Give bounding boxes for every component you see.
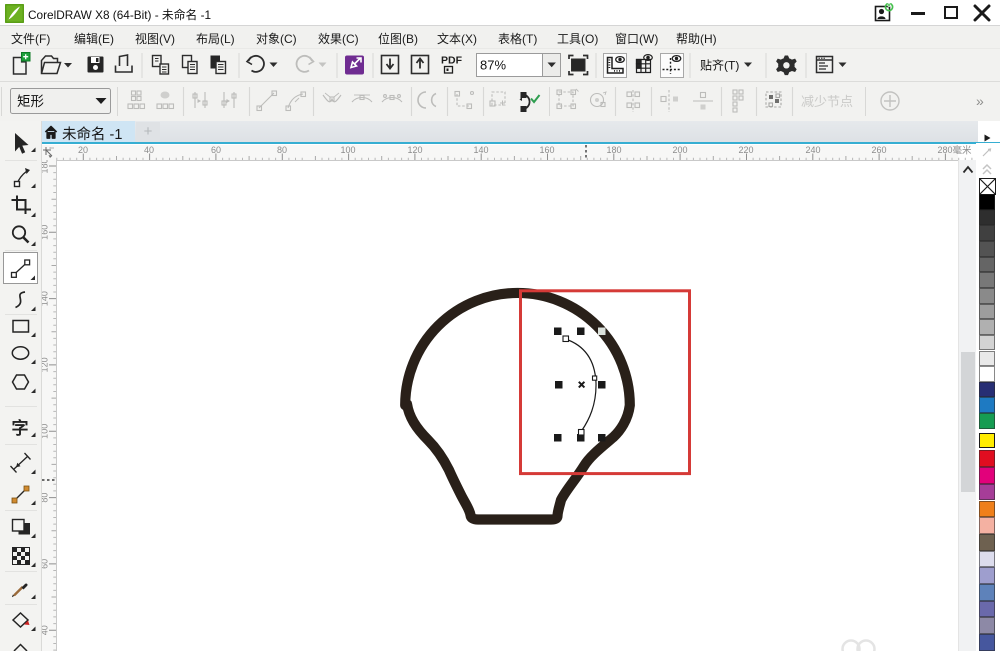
svg-text:120: 120 — [42, 357, 50, 372]
svg-text:260: 260 — [871, 145, 886, 155]
svg-text:PDF: PDF — [441, 55, 463, 67]
svg-text:矩形: 矩形 — [17, 94, 44, 109]
svg-text:字: 字 — [12, 418, 29, 438]
svg-text:87%: 87% — [480, 58, 506, 73]
svg-text:60: 60 — [211, 145, 221, 155]
svg-text:220: 220 — [738, 145, 753, 155]
svg-text:200: 200 — [672, 145, 687, 155]
svg-text:100: 100 — [340, 145, 355, 155]
svg-text:毫米: 毫米 — [952, 145, 972, 157]
svg-text:280: 280 — [937, 145, 952, 155]
svg-text:160: 160 — [539, 145, 554, 155]
svg-text:140: 140 — [473, 145, 488, 155]
svg-text:40: 40 — [42, 625, 50, 635]
svg-text:160: 160 — [42, 225, 50, 240]
svg-text:60: 60 — [42, 559, 50, 569]
svg-text:»: » — [976, 93, 984, 109]
svg-text:240: 240 — [805, 145, 820, 155]
svg-text:40: 40 — [144, 145, 154, 155]
svg-text:120: 120 — [407, 145, 422, 155]
svg-text:100: 100 — [42, 424, 50, 439]
svg-text:20: 20 — [78, 145, 88, 155]
svg-text:180: 180 — [606, 145, 621, 155]
svg-text:80: 80 — [277, 145, 287, 155]
svg-text:减少节点: 减少节点 — [801, 94, 853, 109]
svg-text:贴齐(T): 贴齐(T) — [700, 58, 739, 73]
svg-text:180: 180 — [42, 160, 50, 174]
svg-text:140: 140 — [42, 291, 50, 306]
svg-text:80: 80 — [42, 493, 50, 503]
